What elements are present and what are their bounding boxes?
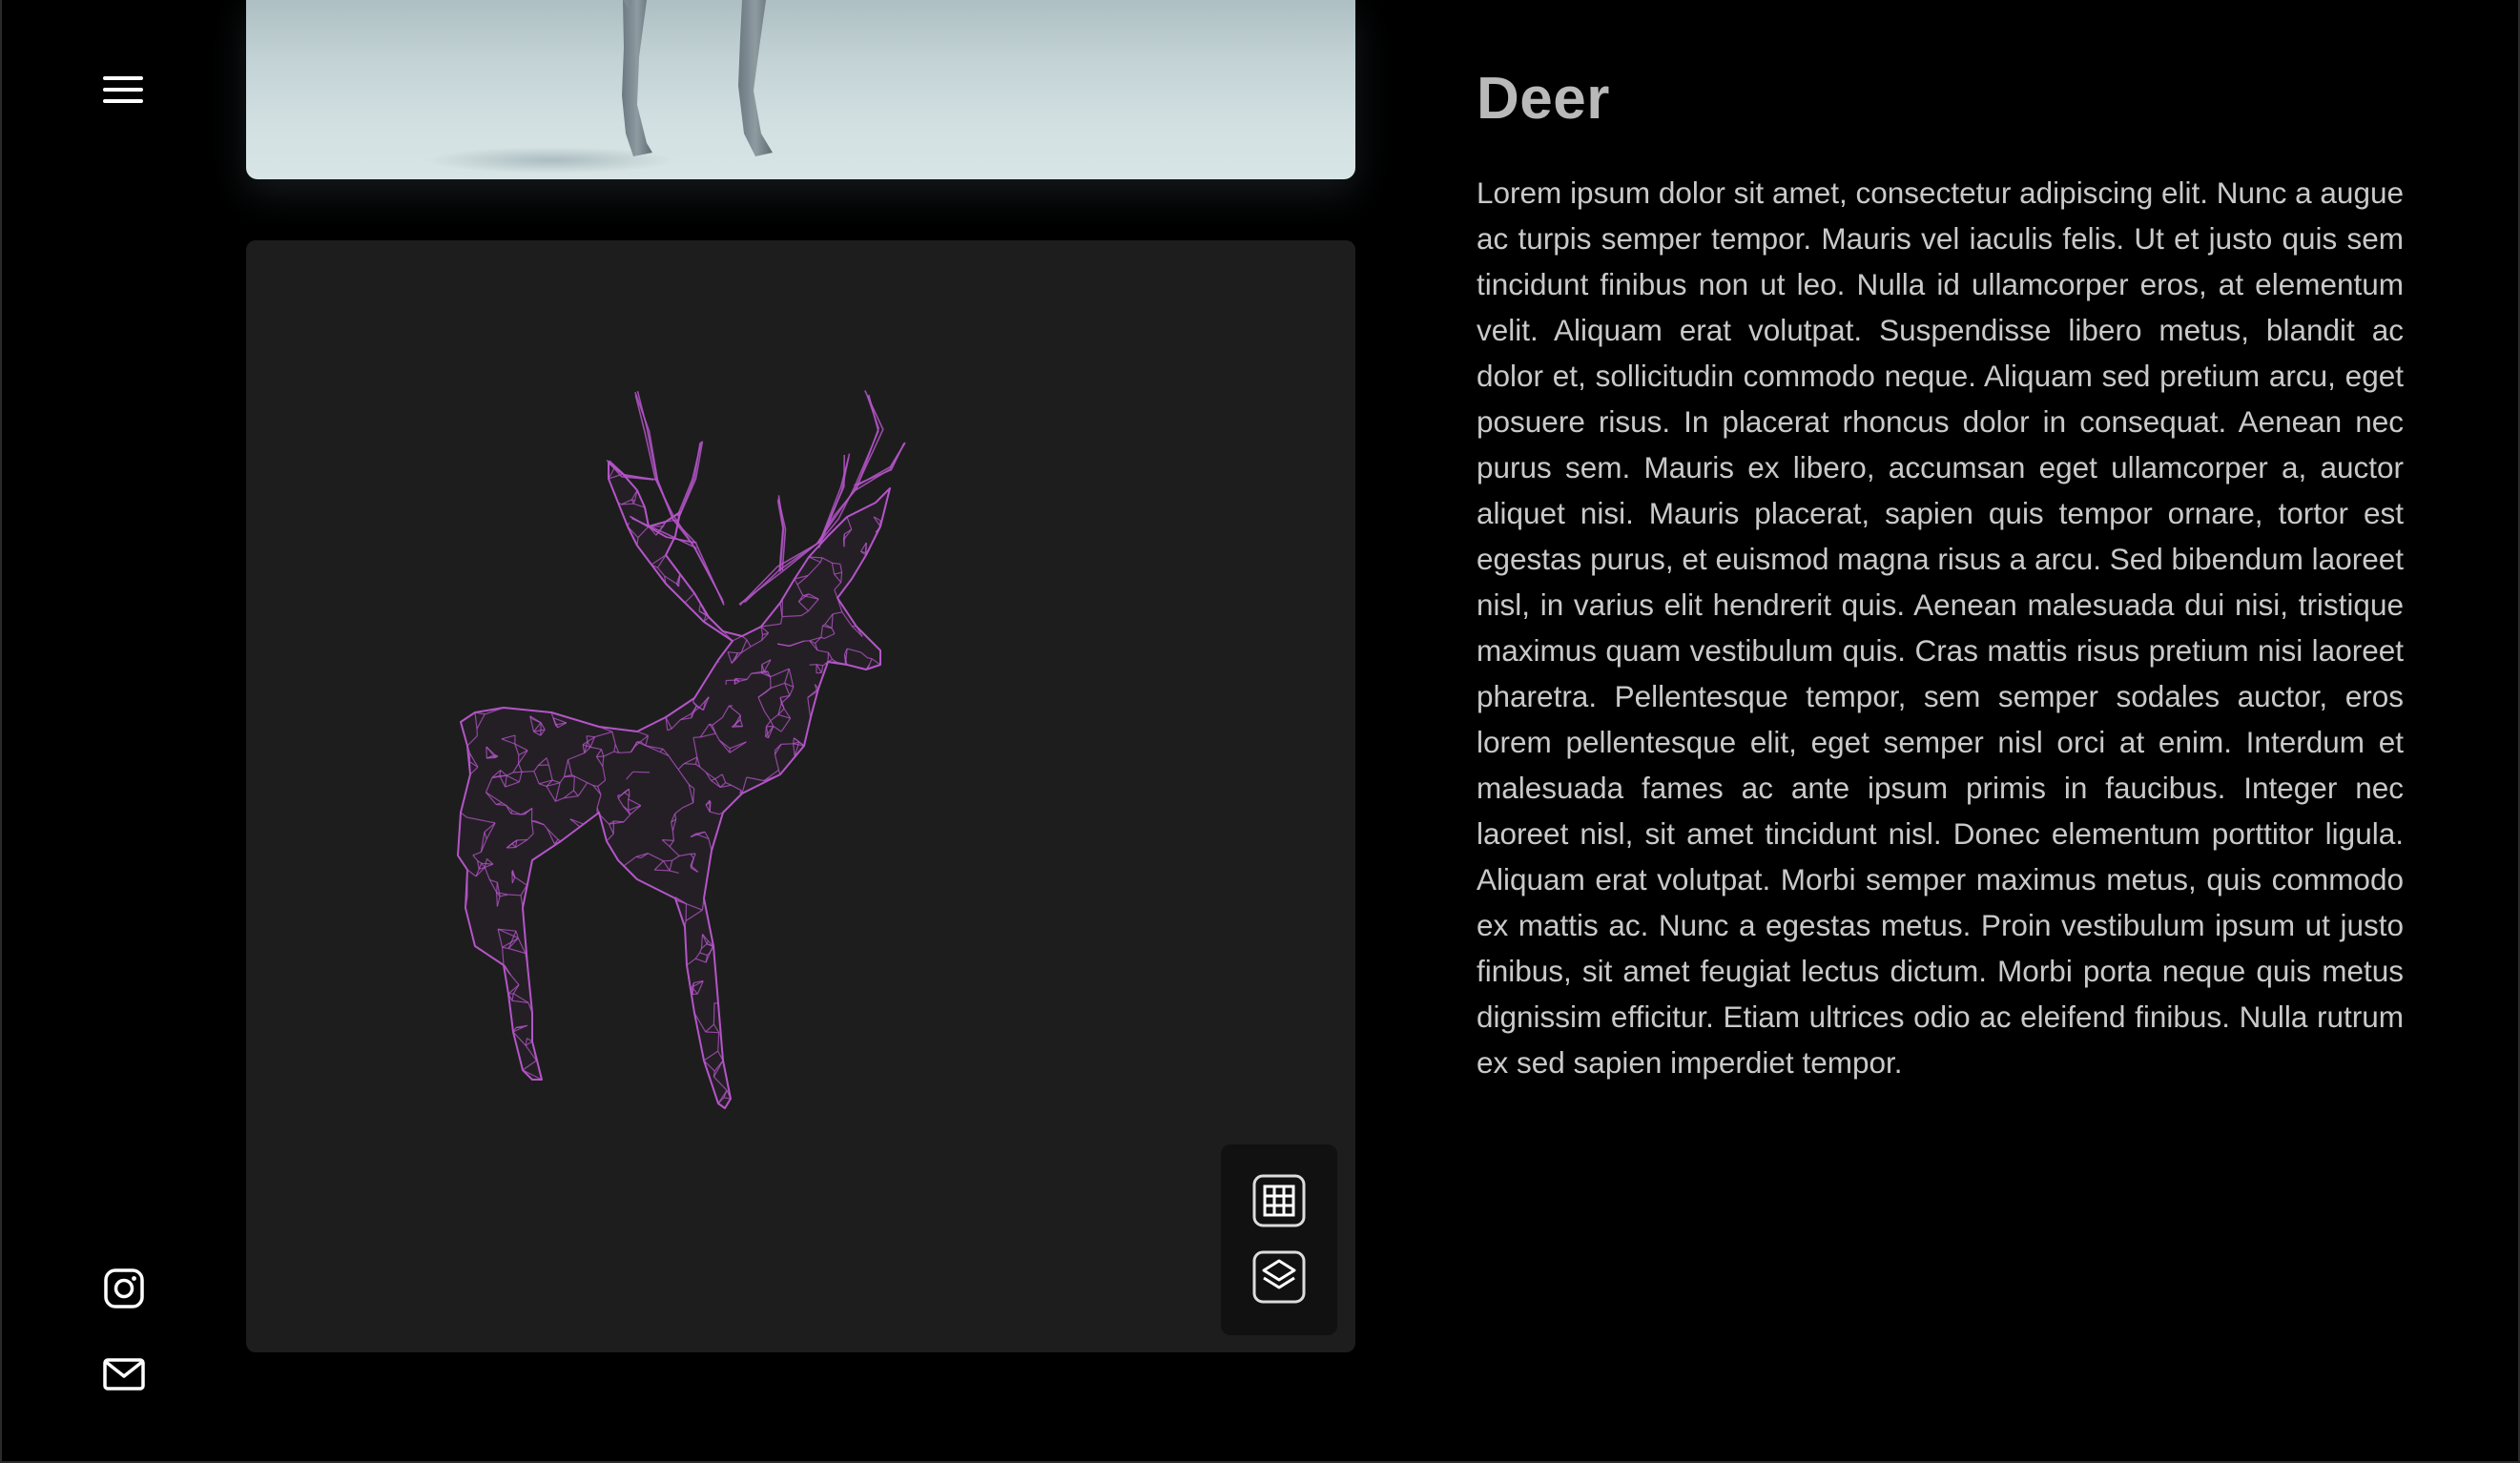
- article-body: Lorem ipsum dolor sit amet, consectetur …: [1477, 175, 2404, 1080]
- mesh-edge: [654, 869, 671, 872]
- wireframe-grid-icon[interactable]: [1251, 1173, 1307, 1228]
- deer-antlers: [606, 390, 906, 607]
- mesh-edge: [842, 539, 845, 547]
- deer-photo-image: [427, 0, 773, 174]
- mesh-edge: [564, 775, 575, 778]
- hamburger-menu-icon[interactable]: [101, 72, 147, 111]
- mesh-edge: [496, 892, 498, 907]
- viewer-toolbar: [1221, 1144, 1337, 1335]
- mesh-edge: [662, 839, 674, 841]
- layers-icon[interactable]: [1251, 1249, 1307, 1305]
- antler-branch: [634, 395, 724, 601]
- mesh-edge: [481, 862, 493, 865]
- mesh-edge: [809, 715, 812, 718]
- antler-branch: [634, 391, 725, 604]
- deer-silhouette-outline: [457, 461, 891, 1109]
- mesh-edge: [522, 771, 534, 773]
- mesh-edge: [507, 894, 522, 896]
- mesh-edge: [621, 503, 634, 505]
- model-viewer[interactable]: [246, 240, 1355, 1352]
- instagram-icon[interactable]: [101, 1266, 147, 1311]
- mesh-edge: [632, 771, 651, 773]
- mesh-edge: [468, 761, 471, 775]
- app-frame: Deer Lorem ipsum dolor sit amet, consect…: [0, 0, 2520, 1463]
- mesh-edge: [827, 652, 830, 663]
- mesh-edge: [713, 1002, 715, 1025]
- antler-branch: [853, 443, 905, 486]
- mesh-edge: [864, 552, 867, 556]
- mesh-edge: [512, 771, 523, 773]
- mesh-edge: [628, 789, 630, 796]
- mesh-edge: [705, 1031, 719, 1034]
- mesh-edge: [663, 859, 672, 862]
- mesh-edge: [538, 764, 549, 767]
- mesh-edge: [618, 752, 631, 753]
- article: Deer Lorem ipsum dolor sit amet, consect…: [1477, 57, 2404, 1085]
- mesh-edge: [684, 763, 696, 765]
- mesh-edge: [793, 737, 795, 744]
- mesh-edge: [780, 743, 794, 745]
- sidebar: [2, 0, 246, 1463]
- antler-branch: [636, 391, 725, 606]
- deer-wireframe-model[interactable]: [246, 240, 1355, 1352]
- mesh-edge: [865, 668, 868, 670]
- mail-icon[interactable]: [101, 1351, 147, 1397]
- article-title: Deer: [1477, 66, 1610, 132]
- deer-photo-card: [246, 0, 1355, 179]
